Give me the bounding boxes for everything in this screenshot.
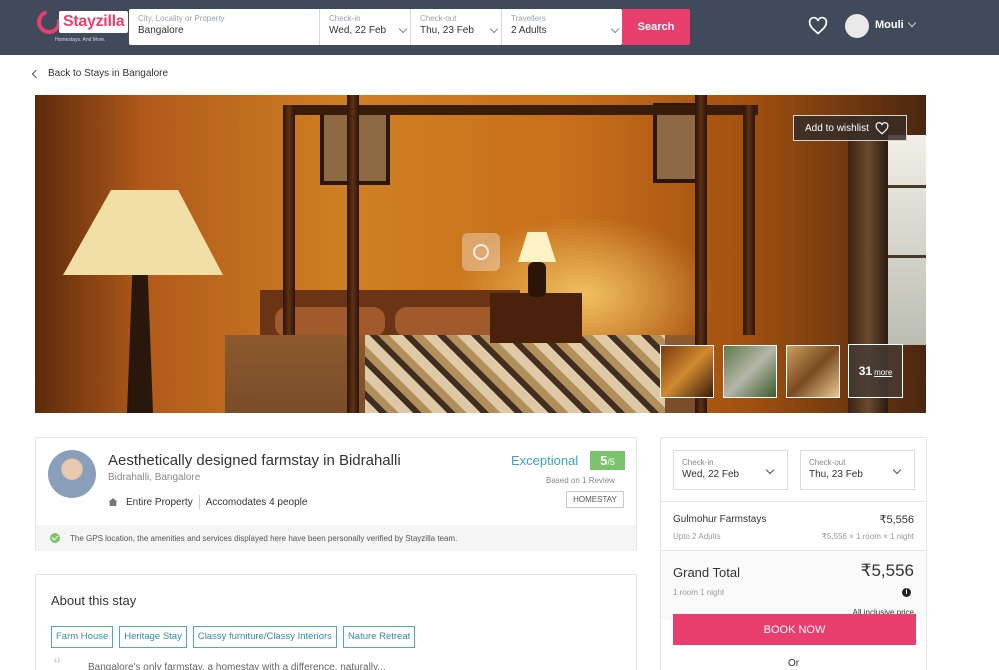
property-title: Aesthetically designed farmstay in Bidra… — [108, 452, 401, 469]
more-photos-count: 31 — [858, 364, 873, 378]
property-features: Entire Property Accomodates 4 people — [108, 495, 307, 509]
review-count[interactable]: Based on 1 Review — [546, 476, 615, 485]
user-name[interactable]: Mouli — [875, 19, 904, 31]
about-title: About this stay — [51, 593, 137, 608]
photo-floor-lamp-shade — [63, 190, 223, 275]
verified-check-icon — [50, 533, 60, 543]
user-avatar[interactable] — [845, 14, 869, 38]
booking-checkout-label: Check-out — [809, 458, 846, 467]
gallery-thumbnail[interactable] — [723, 345, 777, 398]
grand-total-section: Grand Total ₹5,556 1 room 1 night i All … — [661, 550, 926, 620]
checkout-value: Thu, 23 Feb — [420, 25, 474, 36]
booking-checkin-label: Check-in — [682, 458, 714, 467]
book-now-button[interactable]: BOOK NOW — [673, 614, 916, 645]
location-value: Bangalore — [138, 25, 184, 36]
verified-text: The GPS location, the amenities and serv… — [70, 533, 458, 543]
property-capacity: Accomodates 4 people — [205, 496, 308, 508]
top-navigation-bar: Stayzilla Homestays. And More. City, Loc… — [0, 0, 999, 55]
checkin-value: Wed, 22 Feb — [329, 25, 387, 36]
rating-score-badge: 5/5 — [590, 451, 625, 470]
photo-floor-lamp-stand — [127, 275, 153, 413]
room-name: Gulmohur Farmstays — [673, 514, 767, 525]
search-button[interactable]: Search — [622, 9, 690, 45]
about-stay-card: About this stay Farm House Heritage Stay… — [35, 574, 637, 670]
photo-table-lamp-base — [528, 262, 546, 297]
info-icon[interactable]: i — [902, 588, 911, 597]
brand-name: Stayzilla — [59, 11, 129, 33]
photo-bed-post — [347, 95, 359, 413]
photo-nightstand — [490, 293, 582, 343]
travellers-field[interactable]: Travellers 2 Adults — [502, 9, 622, 45]
more-photos-label: more — [874, 368, 893, 377]
grand-total-subtext: 1 room 1 night — [673, 588, 725, 597]
property-summary-card: Aesthetically designed farmstay in Bidra… — [35, 437, 637, 551]
more-photos-button[interactable]: 31 more — [848, 344, 903, 398]
host-avatar — [48, 450, 96, 498]
location-field[interactable]: City, Locality or Property Bangalore — [129, 9, 320, 45]
property-type-feature: Entire Property — [126, 496, 193, 508]
room-occupancy: Upto 2 Adults — [673, 532, 721, 541]
checkout-label: Check-out — [420, 14, 457, 23]
search-bar: City, Locality or Property Bangalore Che… — [129, 9, 622, 45]
property-location: Bidrahalli, Bangalore — [108, 472, 201, 483]
back-to-stays-link[interactable]: Back to Stays in Bangalore — [31, 68, 169, 79]
property-hero-photo[interactable]: Add to wishlist 31 more — [35, 95, 926, 413]
about-description: Bangalore's only farmstay, a homestay wi… — [88, 662, 386, 670]
photo-bed-post — [743, 105, 755, 335]
back-link-label: Back to Stays in Bangalore — [48, 68, 169, 79]
photo-bed-cover — [365, 335, 665, 413]
tag-heritage-stay[interactable]: Heritage Stay — [119, 626, 187, 648]
home-icon — [108, 498, 118, 506]
watermark-mark — [473, 244, 489, 260]
tag-farm-house[interactable]: Farm House — [51, 626, 114, 648]
tag-classy-interiors[interactable]: Classy furniture/Classy Interiors — [192, 626, 337, 648]
room-price: ₹5,556 — [879, 514, 914, 526]
photo-bed-post — [283, 105, 295, 335]
booking-card: Check-in Wed, 22 Feb Check-out Thu, 23 F… — [660, 437, 927, 670]
add-to-wishlist-button[interactable]: Add to wishlist — [793, 115, 907, 141]
wishlist-label: Add to wishlist — [805, 122, 869, 134]
brand-tagline: Homestays. And More. — [55, 37, 106, 43]
rating-label: Exceptional — [511, 453, 579, 468]
chevron-left-icon — [31, 69, 41, 78]
checkin-label: Check-in — [329, 14, 361, 23]
stayzilla-logo[interactable]: Stayzilla Homestays. And More. — [32, 5, 129, 44]
booking-checkin-select[interactable]: Check-in Wed, 22 Feb — [673, 450, 788, 490]
tag-nature-retreat[interactable]: Nature Retreat — [342, 626, 416, 648]
amenity-tags: Farm House Heritage Stay Classy furnitur… — [51, 626, 416, 648]
gallery-thumbnail[interactable] — [660, 345, 714, 398]
chevron-down-icon[interactable] — [907, 18, 917, 28]
stayzilla-watermark-icon — [462, 233, 500, 271]
room-price-calculation: ₹5,556 × 1 room × 1 night — [821, 532, 914, 541]
booking-checkout-select[interactable]: Check-out Thu, 23 Feb — [800, 450, 915, 490]
location-label: City, Locality or Property — [138, 14, 225, 23]
quote-icon: “ — [54, 655, 61, 670]
feature-divider — [198, 495, 200, 509]
checkout-field[interactable]: Check-out Thu, 23 Feb — [411, 9, 502, 45]
or-separator: Or — [787, 658, 800, 669]
travellers-value: 2 Adults — [511, 25, 547, 36]
property-type-badge: HOMESTAY — [566, 491, 624, 508]
heart-icon — [875, 121, 889, 135]
checkin-field[interactable]: Check-in Wed, 22 Feb — [320, 9, 411, 45]
divider — [661, 501, 926, 502]
grand-total-value: ₹5,556 — [860, 561, 914, 580]
rating-scale: /5 — [607, 457, 615, 467]
grand-total-label: Grand Total — [673, 565, 740, 580]
photo-pillow — [395, 307, 505, 337]
verified-notice: The GPS location, the amenities and serv… — [36, 525, 636, 551]
gallery-thumbnail[interactable] — [786, 345, 840, 398]
travellers-label: Travellers — [511, 14, 546, 23]
wishlist-heart-icon[interactable] — [808, 16, 828, 36]
